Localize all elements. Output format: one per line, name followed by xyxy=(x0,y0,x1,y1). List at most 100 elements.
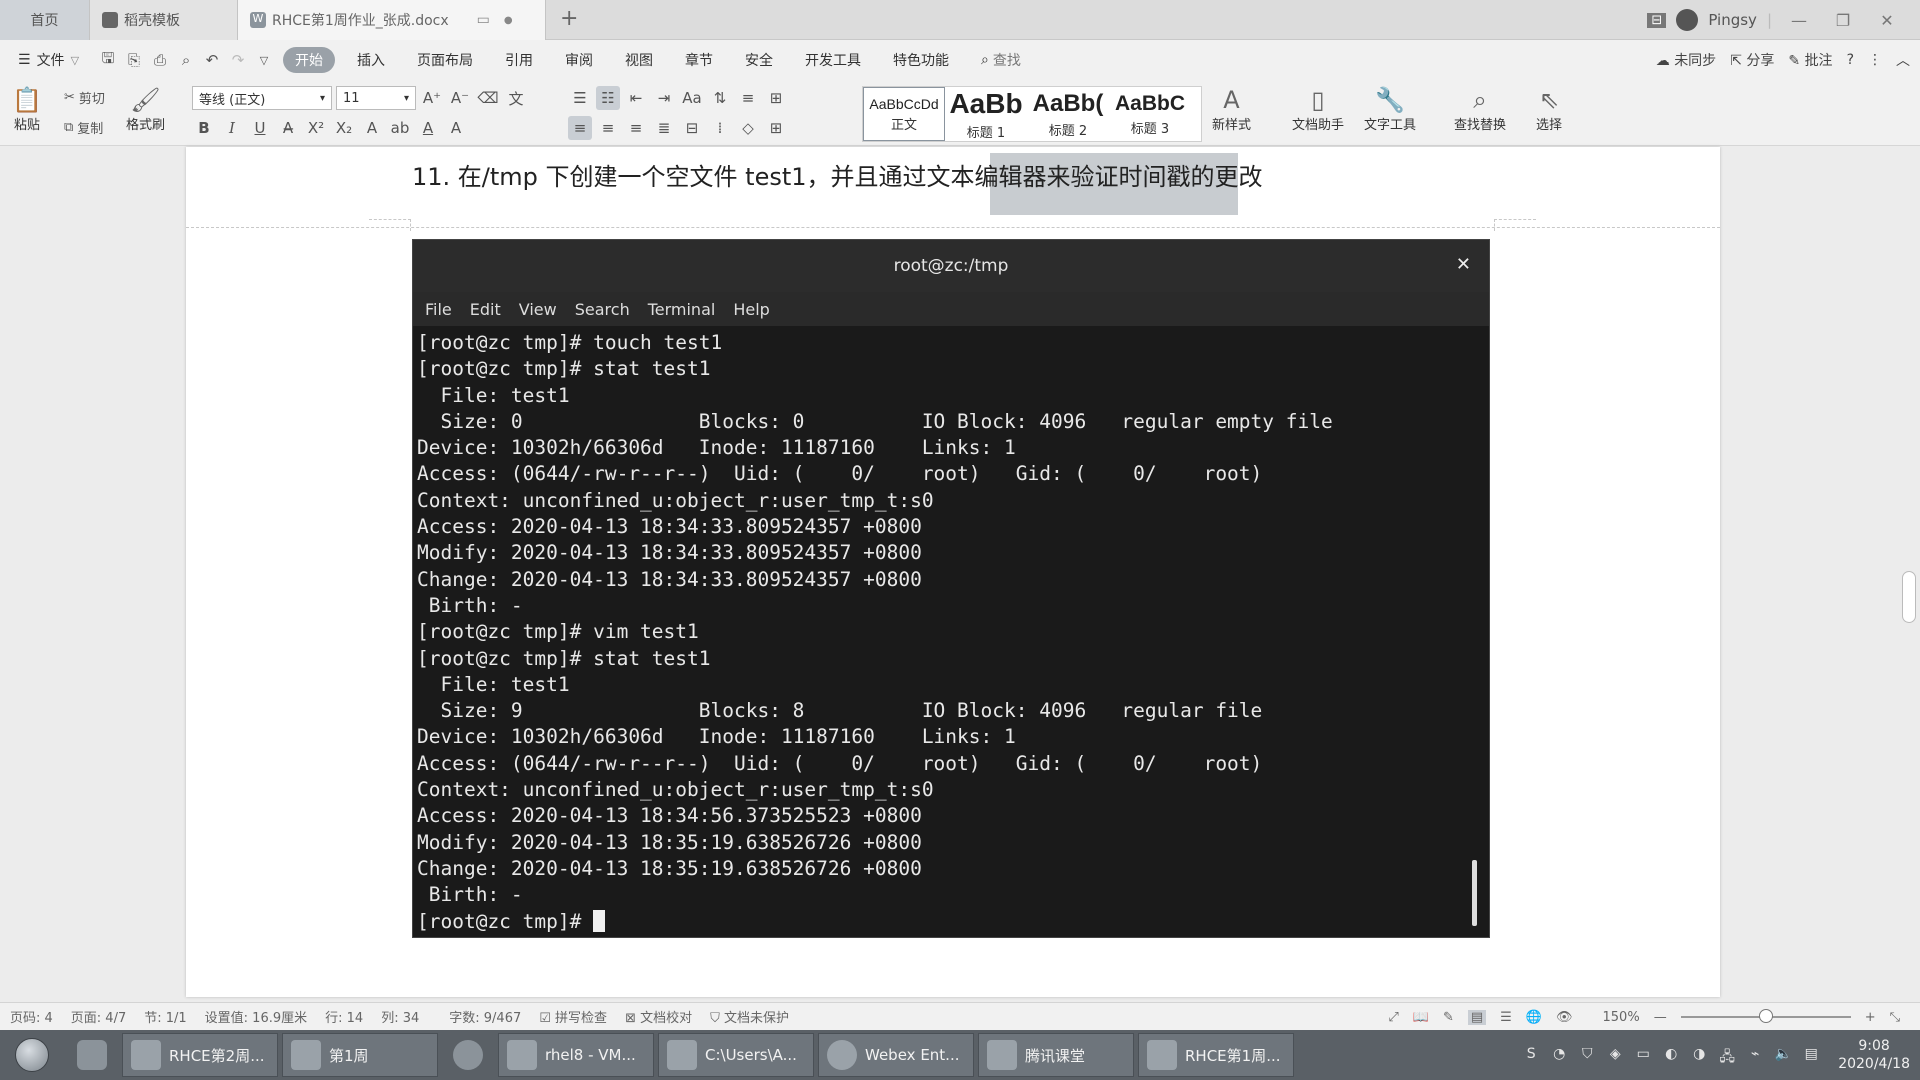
menu-tab-security[interactable]: 安全 xyxy=(729,40,789,80)
vertical-scrollbar[interactable] xyxy=(1898,147,1920,1007)
user-name[interactable]: Pingsy xyxy=(1708,11,1757,29)
restore-icon[interactable]: ❐ xyxy=(1826,11,1860,30)
avatar[interactable] xyxy=(1676,9,1699,31)
web-view-icon[interactable]: 🌐 xyxy=(1526,1010,1542,1025)
file-menu[interactable]: ☰ 文件 ▽ xyxy=(0,40,95,80)
sogou-icon[interactable]: S xyxy=(1522,1046,1540,1064)
collapse-ribbon-icon[interactable]: ︿ xyxy=(1896,50,1910,70)
tray-app-icon[interactable]: ◐ xyxy=(1662,1046,1680,1064)
tray-app-icon[interactable]: ◔ xyxy=(1550,1046,1568,1064)
security-icon[interactable]: ⛉ xyxy=(1578,1046,1596,1064)
menu-tab-home[interactable]: 开始 xyxy=(283,47,336,73)
copy-button[interactable]: ⧉ 复制 xyxy=(64,118,103,137)
taskbar-item[interactable]: rhel8 - VM... xyxy=(498,1033,654,1077)
more-icon[interactable]: ⋮ xyxy=(1868,52,1882,68)
paragraph-spacing-icon[interactable]: ⁞ xyxy=(708,116,732,140)
align-right-icon[interactable]: ≡ xyxy=(624,116,648,140)
tray-app-icon[interactable]: ◑ xyxy=(1690,1046,1708,1064)
fit-page-icon[interactable]: ⤡ xyxy=(1890,1010,1900,1025)
format-painter-button[interactable]: 🖌 格式刷 xyxy=(126,86,165,133)
sidebar-toggle-icon[interactable]: ⊟ xyxy=(1647,12,1667,28)
minimize-icon[interactable]: — xyxy=(1782,11,1816,30)
sort-icon[interactable]: ⇅ xyxy=(708,86,732,110)
status-col[interactable]: 列: 34 xyxy=(381,1007,419,1026)
display-icon[interactable]: ▭ xyxy=(1634,1046,1652,1064)
align-center-icon[interactable]: ≡ xyxy=(596,116,620,140)
numbered-list-icon[interactable]: ☷ xyxy=(596,86,620,110)
grow-font-icon[interactable]: A⁺ xyxy=(420,86,444,110)
fullscreen-icon[interactable]: ⤢ xyxy=(1388,1010,1398,1025)
edit-mode-icon[interactable]: ✎ xyxy=(1443,1010,1454,1025)
menu-tab-features[interactable]: 特色功能 xyxy=(877,40,965,80)
status-setting[interactable]: 设置值: 16.9厘米 xyxy=(205,1007,307,1026)
spell-check-button[interactable]: ☑ 拼写检查 xyxy=(539,1007,607,1026)
cut-button[interactable]: ✂ 剪切 xyxy=(64,88,105,107)
tab-document[interactable]: W RHCE第1周作业_张成.docx ▭ ● xyxy=(238,0,546,40)
eye-protection-icon[interactable]: 👁 xyxy=(1556,1010,1573,1025)
share-button[interactable]: ⇱ 分享 xyxy=(1730,50,1774,70)
decrease-indent-icon[interactable]: ⇤ xyxy=(624,86,648,110)
taskbar-item[interactable]: 第1周 xyxy=(282,1033,438,1077)
menu-tab-references[interactable]: 引用 xyxy=(489,40,549,80)
zoom-slider-knob[interactable] xyxy=(1758,1009,1773,1023)
menu-tab-review[interactable]: 审阅 xyxy=(549,40,609,80)
align-left-icon[interactable]: ≡ xyxy=(568,116,592,140)
zoom-slider[interactable] xyxy=(1680,1009,1851,1023)
link-icon[interactable]: ⎘ xyxy=(121,47,147,73)
taskbar-item[interactable]: C:\Users\A... xyxy=(658,1033,814,1077)
close-icon[interactable]: ✕ xyxy=(1870,11,1904,30)
style-heading-3[interactable]: AaBbC 标题 3 xyxy=(1109,87,1191,141)
comment-button[interactable]: ✎ 批注 xyxy=(1788,50,1832,70)
borders-icon[interactable]: ⊞ xyxy=(764,116,788,140)
bold-icon[interactable]: B xyxy=(192,116,216,140)
outline-view-icon[interactable]: ☰ xyxy=(1500,1010,1512,1025)
tab-monitor-icon[interactable]: ▭ xyxy=(477,12,490,28)
help-icon[interactable]: ? xyxy=(1847,52,1854,68)
page-view-icon[interactable]: ▤ xyxy=(1467,1009,1487,1025)
add-tab-button[interactable]: + xyxy=(560,6,578,31)
taskbar-item[interactable]: RHCE第2周... xyxy=(122,1033,278,1077)
status-row[interactable]: 行: 14 xyxy=(325,1007,363,1026)
taskbar-item[interactable]: RHCE第1周... xyxy=(1138,1033,1294,1077)
menu-search[interactable]: ⌕ 查找 xyxy=(965,40,1037,80)
taskbar-item[interactable]: Webex Ent... xyxy=(818,1033,974,1077)
shading-icon[interactable]: ◇ xyxy=(736,116,760,140)
text-effect-icon[interactable]: A xyxy=(360,116,384,140)
underline-icon[interactable]: U xyxy=(248,116,272,140)
zoom-level[interactable]: 150% xyxy=(1603,1010,1640,1025)
taskbar-pinned-app[interactable] xyxy=(440,1033,496,1077)
subscript-icon[interactable]: X₂ xyxy=(332,116,356,140)
status-pages[interactable]: 页面: 4/7 xyxy=(71,1007,126,1026)
print-icon[interactable]: ⎙ xyxy=(147,47,173,73)
protect-button[interactable]: ⛉ 文档未保护 xyxy=(710,1007,789,1026)
status-page-number[interactable]: 页码: 4 xyxy=(10,1007,53,1026)
terminal-screenshot[interactable]: root@zc:/tmp ✕ File Edit View Search Ter… xyxy=(412,239,1490,938)
menu-tab-insert[interactable]: 插入 xyxy=(341,40,401,80)
tab-template[interactable]: 稻壳模板 xyxy=(90,0,238,40)
taskbar-clock[interactable]: 9:08 2020/4/18 xyxy=(1838,1037,1910,1073)
start-button[interactable] xyxy=(0,1030,64,1080)
style-normal[interactable]: AaBbCcDd 正文 xyxy=(863,87,945,141)
find-replace-button[interactable]: ⌕ 查找替换 xyxy=(1454,86,1506,133)
document-heading[interactable]: 11. 在/tmp 下创建一个空文件 test1，并且通过文本编辑器来验证时间戳… xyxy=(412,157,1263,192)
menu-tab-view[interactable]: 视图 xyxy=(609,40,669,80)
save-icon[interactable]: 🖫 xyxy=(95,47,121,73)
highlight-icon[interactable]: ab xyxy=(388,116,412,140)
network-icon[interactable]: 🖧 xyxy=(1718,1046,1736,1065)
change-case-icon[interactable]: Aa xyxy=(680,86,704,110)
menu-tab-layout[interactable]: 页面布局 xyxy=(401,40,489,80)
line-spacing-icon[interactable]: ≡ xyxy=(736,86,760,110)
tray-app-icon[interactable]: ◈ xyxy=(1606,1046,1624,1064)
font-name-select[interactable]: 等线 (正文) ▾ xyxy=(192,86,332,110)
tab-home[interactable]: 首页 xyxy=(0,0,90,40)
proofread-button[interactable]: ⊠ 文档校对 xyxy=(625,1007,692,1026)
sync-button[interactable]: ☁ 未同步 xyxy=(1656,50,1716,70)
redo-icon[interactable]: ↷ xyxy=(225,47,251,73)
table-icon[interactable]: ⊞ xyxy=(764,86,788,110)
status-section[interactable]: 节: 1/1 xyxy=(144,1007,186,1026)
status-word-count[interactable]: 字数: 9/467 xyxy=(449,1007,521,1026)
superscript-icon[interactable]: X² xyxy=(304,116,328,140)
shrink-font-icon[interactable]: A⁻ xyxy=(448,86,472,110)
italic-icon[interactable]: I xyxy=(220,116,244,140)
taskbar-item[interactable]: 腾讯课堂 xyxy=(978,1033,1134,1077)
